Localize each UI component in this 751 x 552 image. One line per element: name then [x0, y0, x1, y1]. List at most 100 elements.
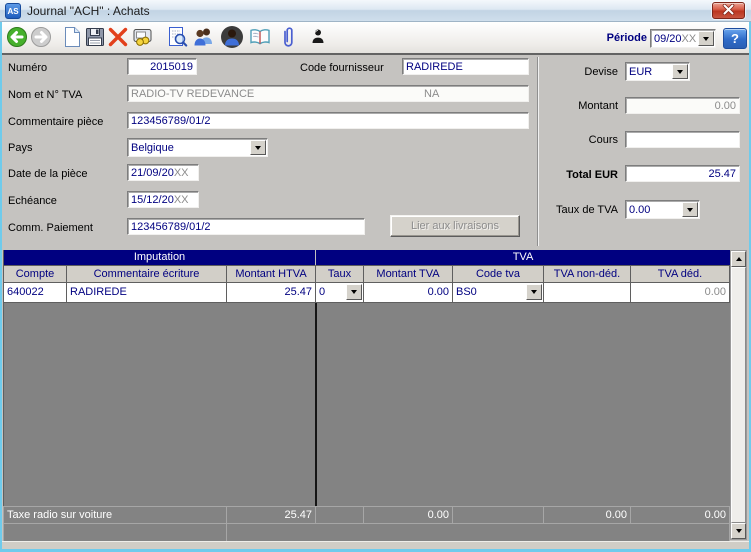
person-button[interactable] [306, 26, 330, 50]
pays-dropdown[interactable]: Belgique [127, 138, 268, 157]
taux-tva-dropdown-button[interactable] [682, 202, 698, 217]
code-fournisseur-label: Code fournisseur [300, 62, 384, 74]
group-imputation: Imputation [4, 250, 316, 265]
scroll-up-button[interactable] [731, 251, 746, 267]
preview-button[interactable] [166, 26, 190, 50]
pays-label: Pays [8, 142, 32, 154]
chevron-down-icon [255, 146, 261, 150]
new-document-button[interactable] [60, 26, 84, 50]
strip-left [4, 524, 227, 541]
save-icon [85, 27, 105, 50]
person-icon [310, 28, 326, 49]
devise-dropdown[interactable]: EUR [625, 62, 690, 81]
forward-icon [30, 26, 52, 51]
pays-value: Belgique [131, 142, 174, 154]
col-montant-tva: Montant TVA [364, 265, 453, 283]
echeance-label: Echéance [8, 195, 57, 207]
cell-tva-non-ded[interactable] [544, 283, 631, 303]
scroll-down-button[interactable] [731, 523, 746, 539]
cell-tva-ded[interactable]: 0.00 [631, 283, 730, 303]
window-title: Journal "ACH" : Achats [27, 4, 150, 18]
forward-button[interactable] [29, 26, 53, 50]
totals-montant-htva: 25.47 [227, 506, 316, 524]
periode-masked: XX [682, 33, 697, 45]
echeance-field[interactable]: 15/12/20XX [127, 191, 199, 208]
total-eur-field[interactable]: 25.47 [625, 165, 740, 182]
pays-dropdown-button[interactable] [250, 140, 266, 155]
app-icon: AS [5, 3, 21, 19]
devise-dropdown-button[interactable] [672, 64, 688, 79]
delete-button[interactable] [106, 26, 130, 50]
comm-paiement-field[interactable]: 123456789/01/2 [127, 218, 365, 235]
contacts-button[interactable] [192, 26, 216, 50]
back-button[interactable] [5, 26, 29, 50]
strip-right [227, 524, 730, 541]
montant-field: 0.00 [625, 97, 740, 114]
comm-paiement-label: Comm. Paiement [8, 222, 93, 234]
group-tva: TVA [316, 250, 730, 265]
date-piece-label: Date de la pièce [8, 168, 88, 180]
nom-tva-field: RADIO-TV REDEVANCE NA [127, 85, 529, 102]
form-divider-highlight [538, 57, 539, 246]
cours-field[interactable] [625, 131, 740, 148]
periode-dropdown[interactable]: 09/20XX [650, 29, 716, 48]
code-tva-cell-dropdown-button[interactable] [526, 284, 542, 300]
bottom-strip-row [3, 524, 730, 541]
status-bar [2, 541, 749, 549]
totals-code-tva [453, 506, 544, 524]
totals-label: Taxe radio sur voiture [4, 506, 227, 524]
col-montant-htva: Montant HTVA [227, 265, 316, 283]
cell-compte[interactable]: 640022 [4, 283, 67, 303]
new-document-icon [62, 26, 82, 51]
cell-code-tva[interactable]: BS0 [453, 283, 544, 303]
montant-label: Montant [480, 100, 618, 112]
total-eur-label: Total EUR [480, 169, 618, 181]
nom-tva-value: RADIO-TV REDEVANCE [131, 88, 254, 100]
col-commentaire: Commentaire écriture [67, 265, 227, 283]
periode-value: 09/20 [654, 33, 682, 45]
attachment-button[interactable] [276, 26, 300, 50]
chevron-up-icon [736, 257, 742, 261]
help-button[interactable]: ? [723, 28, 747, 49]
echeance-masked: XX [174, 194, 189, 206]
cell-code-tva-value: BS0 [456, 286, 477, 298]
grid-scrollbar[interactable] [730, 250, 747, 540]
date-piece-field[interactable]: 21/09/20XX [127, 164, 199, 181]
totals-row: Taxe radio sur voiture 25.47 0.00 0.00 0… [3, 506, 730, 524]
numero-field[interactable]: 2015019 [127, 58, 197, 75]
taux-tva-dropdown[interactable]: 0.00 [625, 200, 700, 219]
commentaire-piece-field[interactable]: 123456789/01/2 [127, 112, 529, 129]
grid-group-header: Imputation TVA [3, 250, 730, 265]
col-compte: Compte [4, 265, 67, 283]
taux-tva-value: 0.00 [629, 204, 650, 216]
save-button[interactable] [83, 26, 107, 50]
lier-livraisons-button[interactable]: Lier aux livraisons [390, 215, 520, 237]
grid-column-headers: Compte Commentaire écriture Montant HTVA… [3, 265, 730, 283]
chevron-down-icon [703, 37, 709, 41]
delete-icon [107, 26, 129, 51]
journal-book-button[interactable] [248, 26, 272, 50]
contact-selected-button[interactable] [220, 26, 244, 50]
devise-value: EUR [629, 66, 652, 78]
taux-cell-dropdown-button[interactable] [346, 284, 362, 300]
date-piece-value: 21/09/20 [131, 167, 174, 179]
commentaire-piece-label: Commentaire pièce [8, 116, 103, 128]
cell-commentaire[interactable]: RADIREDE [67, 283, 227, 303]
payment-button[interactable] [131, 26, 155, 50]
cell-montant-tva[interactable]: 0.00 [364, 283, 453, 303]
cell-taux[interactable]: 0 [316, 283, 364, 303]
close-button[interactable] [712, 2, 745, 19]
payment-icon [132, 27, 154, 50]
chevron-down-icon [351, 290, 357, 294]
close-icon [722, 2, 735, 20]
contacts-icon [192, 26, 216, 51]
scrollbar-thumb[interactable] [731, 267, 746, 523]
numero-label: Numéro [8, 62, 47, 74]
cell-taux-value: 0 [319, 286, 325, 298]
totals-montant-tva: 0.00 [364, 506, 453, 524]
chevron-down-icon [677, 70, 683, 74]
cell-montant-htva[interactable]: 25.47 [227, 283, 316, 303]
journal-book-icon [248, 27, 272, 50]
periode-dropdown-button[interactable] [698, 31, 714, 46]
chevron-down-icon [531, 290, 537, 294]
